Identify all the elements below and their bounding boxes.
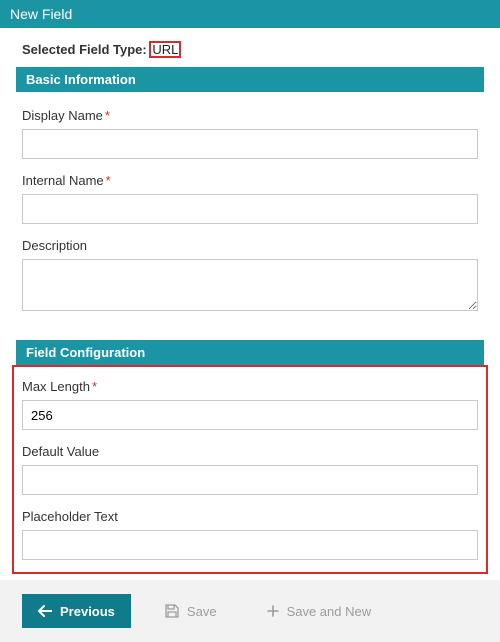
- basic-info-header: Basic Information: [16, 67, 484, 92]
- max-length-label: Max Length*: [22, 379, 478, 394]
- description-label: Description: [22, 238, 478, 253]
- max-length-label-text: Max Length: [22, 379, 90, 394]
- field-config-section: Max Length* Default Value Placeholder Te…: [16, 369, 484, 570]
- display-name-field: Display Name*: [22, 108, 478, 159]
- default-value-input[interactable]: [22, 465, 478, 495]
- basic-info-section: Display Name* Internal Name* Description: [22, 96, 478, 340]
- field-config-header: Field Configuration: [16, 340, 484, 365]
- save-button-label: Save: [187, 604, 217, 619]
- save-and-new-button[interactable]: Save and New: [251, 594, 388, 628]
- save-button[interactable]: Save: [149, 594, 233, 628]
- required-mark: *: [106, 173, 111, 188]
- internal-name-input[interactable]: [22, 194, 478, 224]
- form-content: Selected Field Type: URL Basic Informati…: [0, 28, 500, 570]
- internal-name-label: Internal Name*: [22, 173, 478, 188]
- required-mark: *: [92, 379, 97, 394]
- internal-name-field: Internal Name*: [22, 173, 478, 224]
- display-name-input[interactable]: [22, 129, 478, 159]
- save-icon: [165, 604, 179, 618]
- display-name-label: Display Name*: [22, 108, 478, 123]
- max-length-input[interactable]: [22, 400, 478, 430]
- save-and-new-button-label: Save and New: [287, 604, 372, 619]
- default-value-label: Default Value: [22, 444, 478, 459]
- internal-name-label-text: Internal Name: [22, 173, 104, 188]
- selected-field-type-row: Selected Field Type: URL: [22, 42, 478, 57]
- page-title: New Field: [10, 6, 72, 22]
- default-value-field: Default Value: [22, 444, 478, 495]
- previous-button-label: Previous: [60, 604, 115, 619]
- previous-button[interactable]: Previous: [22, 594, 131, 628]
- required-mark: *: [105, 108, 110, 123]
- arrow-left-icon: [38, 605, 52, 617]
- footer-bar: Previous Save Save and New: [0, 580, 500, 642]
- placeholder-text-input[interactable]: [22, 530, 478, 560]
- selected-field-type-value: URL: [150, 42, 180, 57]
- selected-field-type-label: Selected Field Type:: [22, 42, 147, 57]
- description-input[interactable]: [22, 259, 478, 311]
- max-length-field: Max Length*: [22, 379, 478, 430]
- page-header: New Field: [0, 0, 500, 28]
- plus-icon: [267, 605, 279, 617]
- description-field: Description: [22, 238, 478, 314]
- display-name-label-text: Display Name: [22, 108, 103, 123]
- placeholder-text-field: Placeholder Text: [22, 509, 478, 560]
